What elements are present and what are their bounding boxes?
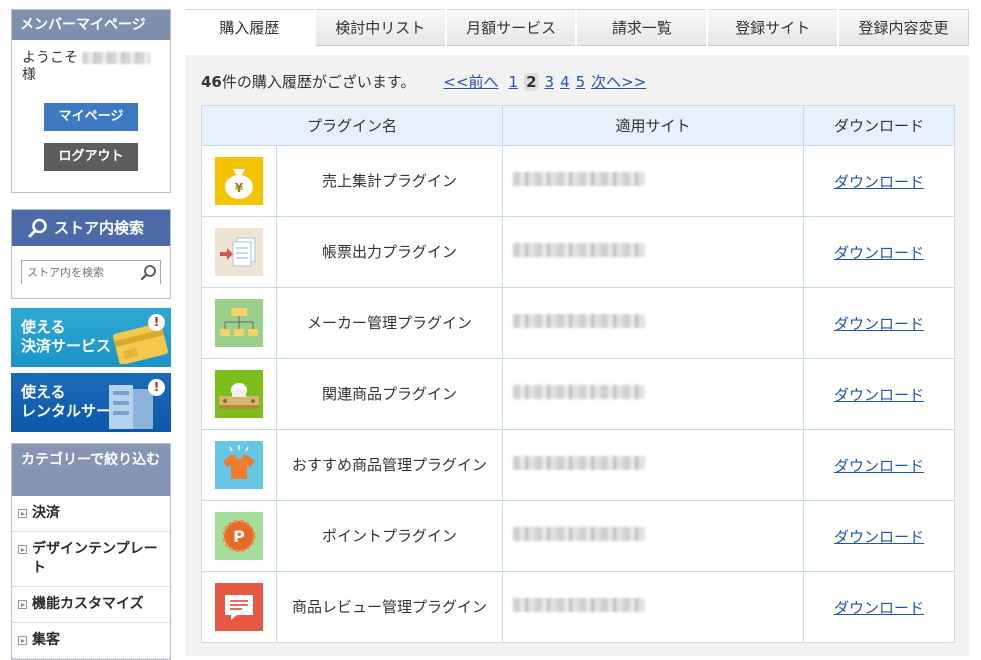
download-link[interactable]: ダウンロード bbox=[834, 244, 924, 262]
arrow-right-icon bbox=[18, 545, 27, 554]
mypage-tabs: 購入履歴 検討中リスト 月額サービス 請求一覧 登録サイト 登録内容変更 bbox=[185, 9, 969, 47]
money-bag-icon: ¥ bbox=[215, 157, 263, 205]
pagination-current-page: 2 bbox=[524, 72, 539, 91]
category-filter-box: カテゴリーで絞り込む 決済 デザインテンプレート 機能カスタマイズ 集客 bbox=[11, 443, 171, 660]
username-redacted bbox=[82, 52, 150, 64]
logout-button[interactable]: ログアウト bbox=[44, 143, 138, 171]
tab-invoice-list[interactable]: 請求一覧 bbox=[577, 9, 707, 46]
plugin-name: ポイントプラグイン bbox=[275, 500, 504, 572]
table-header-row: プラグイン名 適用サイト ダウンロード bbox=[200, 105, 956, 146]
site-name-redacted bbox=[513, 598, 646, 612]
pagination: <<前へ 1 2 3 4 5 次へ>> bbox=[443, 71, 646, 92]
member-box: メンバーマイページ ようこそ 様 マイページ ログアウト bbox=[11, 9, 171, 193]
plugin-name: 売上集計プラグイン bbox=[275, 145, 504, 217]
purchase-history-table: プラグイン名 適用サイト ダウンロード ¥ 売上集計プラグイン ダウンロード 帳… bbox=[200, 105, 956, 643]
related-items-icon bbox=[215, 370, 263, 418]
column-header-download: ダウンロード bbox=[803, 105, 956, 146]
download-link[interactable]: ダウンロード bbox=[834, 386, 924, 404]
pagination-page-3[interactable]: 3 bbox=[545, 73, 555, 91]
welcome-text: ようこそ 様 bbox=[22, 50, 160, 84]
org-chart-icon bbox=[215, 299, 263, 347]
column-header-plugin-name: プラグイン名 bbox=[200, 105, 504, 146]
table-row: 関連商品プラグイン ダウンロード bbox=[201, 358, 956, 430]
site-name-redacted bbox=[513, 172, 646, 186]
plugin-name: 関連商品プラグイン bbox=[275, 358, 504, 430]
table-row: P ポイントプラグイン ダウンロード bbox=[201, 500, 956, 572]
store-search-title: ストア内検索 bbox=[12, 210, 170, 246]
table-row: メーカー管理プラグイン ダウンロード bbox=[201, 287, 956, 359]
payment-service-banner[interactable]: 使える 決済サービス ! bbox=[11, 308, 171, 367]
download-link[interactable]: ダウンロード bbox=[834, 528, 924, 546]
plugin-name: 商品レビュー管理プラグイン bbox=[275, 571, 504, 643]
download-link[interactable]: ダウンロード bbox=[834, 315, 924, 333]
search-icon bbox=[28, 218, 47, 238]
document-output-icon bbox=[215, 228, 263, 276]
notice-badge-icon: ! bbox=[148, 314, 165, 331]
pagination-page-4[interactable]: 4 bbox=[560, 73, 570, 91]
point-icon: P bbox=[215, 512, 263, 560]
pagination-next[interactable]: 次へ>> bbox=[591, 71, 646, 92]
purchase-summary-text: 件の購入履歴がございます。 bbox=[221, 73, 416, 91]
store-search-box: ストア内検索 bbox=[11, 209, 171, 299]
notice-badge-icon: ! bbox=[148, 379, 165, 396]
svg-text:P: P bbox=[233, 527, 245, 546]
table-row: 商品レビュー管理プラグイン ダウンロード bbox=[201, 571, 956, 643]
table-row: おすすめ商品管理プラグイン ダウンロード bbox=[201, 429, 956, 501]
pagination-page-1[interactable]: 1 bbox=[509, 73, 519, 91]
site-name-redacted bbox=[513, 243, 646, 257]
category-item-payment[interactable]: 決済 bbox=[12, 496, 170, 532]
plugin-name: おすすめ商品管理プラグイン bbox=[275, 429, 504, 501]
tab-registered-sites[interactable]: 登録サイト bbox=[708, 9, 838, 46]
download-link[interactable]: ダウンロード bbox=[834, 599, 924, 617]
download-link[interactable]: ダウンロード bbox=[834, 173, 924, 191]
column-header-site: 適用サイト bbox=[502, 105, 805, 146]
arrow-right-icon bbox=[18, 636, 27, 645]
tab-purchase-history[interactable]: 購入履歴 bbox=[185, 9, 314, 46]
tab-consider-list[interactable]: 検討中リスト bbox=[315, 9, 445, 46]
table-row: 帳票出力プラグイン ダウンロード bbox=[201, 216, 956, 288]
search-submit-icon[interactable] bbox=[140, 264, 157, 281]
category-item-function-customize[interactable]: 機能カスタマイズ bbox=[12, 587, 170, 623]
arrow-right-icon bbox=[18, 509, 27, 518]
category-item-marketing[interactable]: 集客 bbox=[12, 623, 170, 659]
tab-monthly-service[interactable]: 月額サービス bbox=[446, 9, 576, 46]
store-search-field bbox=[21, 260, 161, 284]
shirt-icon bbox=[215, 441, 263, 489]
review-icon bbox=[215, 583, 263, 631]
tab-edit-registration[interactable]: 登録内容変更 bbox=[839, 9, 969, 46]
svg-text:¥: ¥ bbox=[235, 181, 244, 195]
category-item-design-template[interactable]: デザインテンプレート bbox=[12, 532, 170, 587]
table-row: ¥ 売上集計プラグイン ダウンロード bbox=[201, 145, 956, 217]
site-name-redacted bbox=[513, 527, 646, 541]
pagination-prev[interactable]: <<前へ bbox=[443, 71, 498, 92]
plugin-name: メーカー管理プラグイン bbox=[275, 287, 504, 359]
plugin-name: 帳票出力プラグイン bbox=[275, 216, 504, 288]
pagination-page-5[interactable]: 5 bbox=[576, 73, 586, 91]
member-box-title: メンバーマイページ bbox=[12, 10, 170, 40]
purchase-summary: 46 件の購入履歴がございます。 <<前へ 1 2 3 4 5 次へ>> bbox=[201, 71, 646, 92]
download-link[interactable]: ダウンロード bbox=[834, 457, 924, 475]
mypage-button[interactable]: マイページ bbox=[44, 103, 138, 131]
site-name-redacted bbox=[513, 385, 646, 399]
arrow-right-icon bbox=[18, 600, 27, 609]
site-name-redacted bbox=[513, 314, 646, 328]
purchase-count: 46 bbox=[201, 72, 222, 91]
rental-server-banner[interactable]: 使える レンタルサーバ ! bbox=[11, 373, 171, 432]
purchase-history-panel: 46 件の購入履歴がございます。 <<前へ 1 2 3 4 5 次へ>> プラグ… bbox=[185, 55, 969, 656]
sidebar: メンバーマイページ ようこそ 様 マイページ ログアウト bbox=[11, 9, 171, 193]
category-filter-title: カテゴリーで絞り込む bbox=[12, 444, 170, 496]
site-name-redacted bbox=[513, 456, 646, 470]
